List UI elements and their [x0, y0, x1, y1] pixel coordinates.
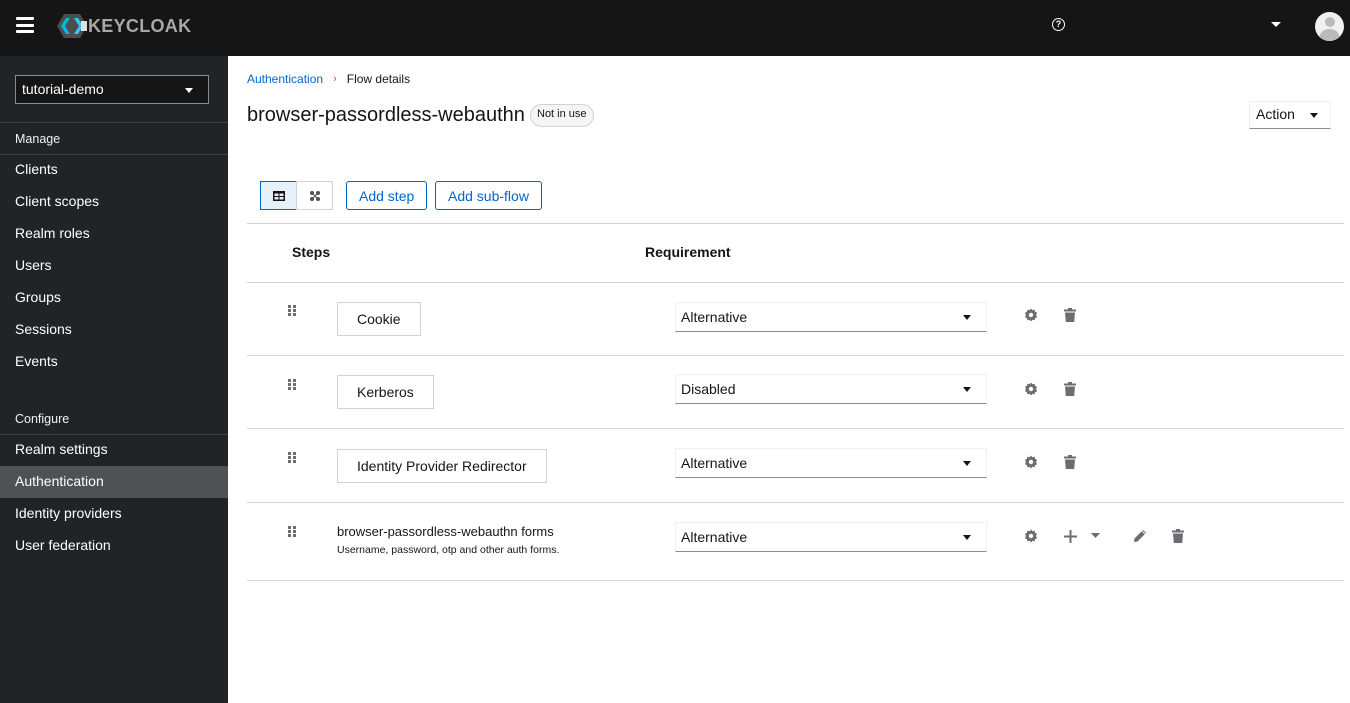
- caret-down-icon: [963, 535, 971, 540]
- sidebar: tutorial-demo Manage Clients Client scop…: [0, 56, 228, 703]
- sidebar-item-events[interactable]: Events: [0, 346, 228, 378]
- trash-icon[interactable]: [1169, 527, 1187, 545]
- requirement-select[interactable]: Alternative: [675, 302, 987, 332]
- hamburger-icon[interactable]: [16, 17, 34, 33]
- requirement-value: Alternative: [681, 309, 748, 325]
- status-badge: Not in use: [530, 104, 594, 127]
- diagram-view-toggle[interactable]: [296, 181, 333, 210]
- keycloak-logo[interactable]: KEYCLOAK: [57, 12, 191, 40]
- sidebar-item-authentication[interactable]: Authentication: [0, 466, 228, 498]
- divider: [247, 223, 1344, 224]
- column-header-requirement: Requirement: [645, 244, 731, 260]
- caret-down-icon: [963, 315, 971, 320]
- user-avatar-icon[interactable]: [1315, 12, 1344, 41]
- table-row: Identity Provider Redirector Alternative: [247, 428, 1344, 502]
- table-row: browser-passordless-webauthn forms Usern…: [247, 502, 1344, 580]
- divider: [0, 122, 228, 123]
- breadcrumb-authentication-link[interactable]: Authentication: [247, 72, 323, 86]
- sidebar-item-realm-settings[interactable]: Realm settings: [0, 434, 228, 466]
- chevron-right-icon: ›: [333, 73, 337, 85]
- sidebar-item-sessions[interactable]: Sessions: [0, 314, 228, 346]
- drag-handle-icon[interactable]: [288, 305, 298, 317]
- realm-selector[interactable]: tutorial-demo: [15, 75, 209, 104]
- action-label: Action: [1256, 106, 1295, 122]
- table-row: Kerberos Disabled: [247, 355, 1344, 428]
- requirement-select[interactable]: Disabled: [675, 374, 987, 404]
- gear-icon[interactable]: [1022, 380, 1040, 398]
- sidebar-item-users[interactable]: Users: [0, 250, 228, 282]
- caret-down-icon: [185, 88, 193, 93]
- add-step-button[interactable]: Add step: [346, 181, 428, 210]
- step-name: Kerberos: [337, 375, 434, 409]
- sidebar-item-clients[interactable]: Clients: [0, 154, 228, 186]
- keycloak-logo-icon: [57, 14, 87, 38]
- table-icon: [272, 190, 285, 201]
- gear-icon[interactable]: [1022, 527, 1040, 545]
- brand-name: KEYCLOAK: [88, 15, 192, 36]
- step-name: Identity Provider Redirector: [337, 449, 547, 483]
- table-view-toggle[interactable]: [260, 181, 297, 210]
- breadcrumb-current: Flow details: [346, 72, 411, 86]
- sidebar-item-identity-providers[interactable]: Identity providers: [0, 498, 228, 530]
- trash-icon[interactable]: [1061, 306, 1079, 324]
- action-dropdown[interactable]: Action: [1249, 101, 1331, 129]
- masthead: KEYCLOAK ?: [0, 0, 1350, 56]
- caret-down-icon: [963, 387, 971, 392]
- sidebar-item-user-federation[interactable]: User federation: [0, 530, 228, 562]
- sidebar-item-groups[interactable]: Groups: [0, 282, 228, 314]
- drag-handle-icon[interactable]: [288, 379, 298, 391]
- drag-handle-icon[interactable]: [288, 452, 298, 464]
- pencil-icon[interactable]: [1131, 527, 1149, 545]
- breadcrumb: Authentication › Flow details: [247, 72, 410, 86]
- requirement-value: Alternative: [681, 455, 748, 471]
- page-title: browser-passordless-webauthn: [247, 104, 525, 126]
- divider: [247, 580, 1344, 581]
- gear-icon[interactable]: [1022, 453, 1040, 471]
- column-header-steps: Steps: [292, 244, 331, 260]
- requirement-select[interactable]: Alternative: [675, 448, 987, 478]
- table-row: Cookie Alternative: [247, 282, 1344, 355]
- view-toggle-group: [260, 181, 333, 210]
- requirement-value: Disabled: [681, 381, 736, 397]
- step-name: Cookie: [337, 302, 421, 336]
- caret-down-icon: [1310, 113, 1318, 118]
- sidebar-item-realm-roles[interactable]: Realm roles: [0, 218, 228, 250]
- gear-icon[interactable]: [1022, 306, 1040, 324]
- nav-section-configure: Configure: [15, 412, 70, 426]
- requirement-select[interactable]: Alternative: [675, 522, 987, 552]
- sidebar-item-client-scopes[interactable]: Client scopes: [0, 186, 228, 218]
- user-menu-caret-icon[interactable]: [1271, 22, 1281, 27]
- plus-icon[interactable]: [1061, 527, 1079, 545]
- subflow-description: Username, password, otp and other auth f…: [337, 544, 560, 556]
- add-subflow-button[interactable]: Add sub-flow: [435, 181, 542, 210]
- trash-icon[interactable]: [1061, 453, 1079, 471]
- trash-icon[interactable]: [1061, 380, 1079, 398]
- realm-name: tutorial-demo: [22, 81, 104, 97]
- caret-down-icon[interactable]: [1086, 527, 1104, 545]
- drag-handle-icon[interactable]: [288, 526, 298, 538]
- requirement-value: Alternative: [681, 529, 748, 545]
- subflow-name: browser-passordless-webauthn forms: [337, 524, 554, 539]
- nav-section-manage: Manage: [15, 132, 61, 146]
- question-circle-icon[interactable]: ?: [1052, 18, 1065, 31]
- main-content: Authentication › Flow details browser-pa…: [228, 56, 1350, 703]
- topology-icon: [309, 190, 320, 201]
- caret-down-icon: [963, 461, 971, 466]
